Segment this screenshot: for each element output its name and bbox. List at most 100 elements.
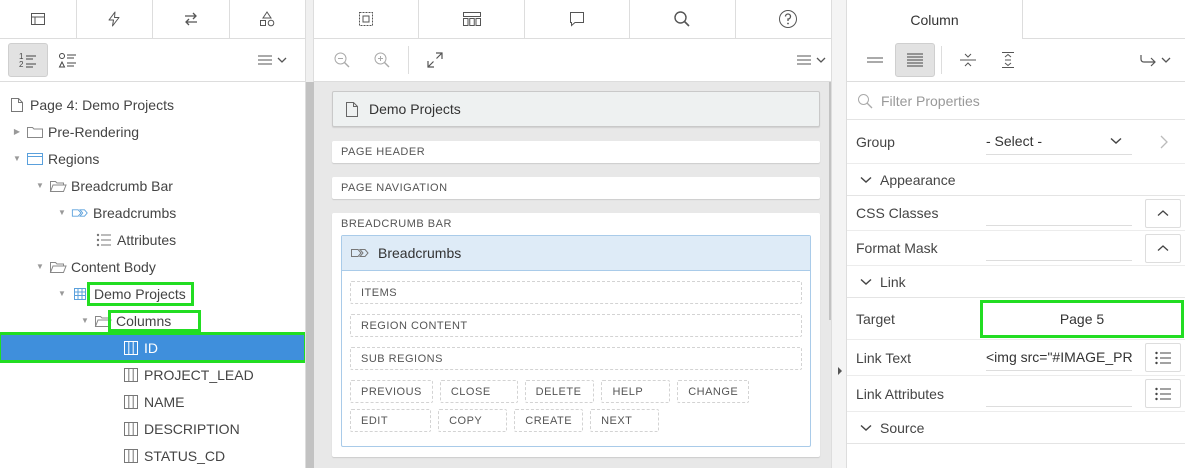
- rendering-icon: [30, 13, 45, 25]
- expand-icon[interactable]: ▶: [12, 127, 22, 137]
- css-classes-input[interactable]: [986, 200, 1132, 226]
- collapse-icon[interactable]: ▼: [80, 316, 90, 326]
- tree-node-demo-projects[interactable]: ▼ Demo Projects: [0, 280, 305, 307]
- link-attributes-label: Link Attributes: [856, 385, 944, 402]
- group-property: Group - Select -: [847, 120, 1185, 164]
- format-mask-picker-button[interactable]: [1145, 233, 1181, 263]
- tab-processing[interactable]: [153, 0, 230, 38]
- tree-node-columns[interactable]: ▼ Columns: [0, 307, 305, 334]
- button-position-create[interactable]: CREATE: [514, 409, 584, 432]
- collapse-icon[interactable]: ▼: [57, 289, 67, 299]
- tree-node-content-body[interactable]: ▼ Content Body: [0, 253, 305, 280]
- tab-search[interactable]: [630, 0, 736, 38]
- button-position-copy[interactable]: COPY: [438, 409, 508, 432]
- toolbar-divider: [941, 46, 942, 74]
- button-position-next[interactable]: NEXT: [590, 409, 660, 432]
- page-navigation-slot[interactable]: PAGE NAVIGATION: [332, 177, 820, 199]
- tree-node-label: ID: [144, 339, 158, 356]
- tab-column[interactable]: Column: [847, 0, 1023, 39]
- link-attributes-list-button[interactable]: [1145, 379, 1181, 408]
- right-splitter[interactable]: [831, 0, 847, 468]
- tree-node-project-lead[interactable]: PROJECT_LEAD: [0, 361, 305, 388]
- tree-node-status-cd[interactable]: STATUS_CD: [0, 442, 305, 468]
- page-title-bar[interactable]: Demo Projects: [332, 91, 820, 127]
- expand-button[interactable]: [415, 43, 455, 77]
- tree-node-regions[interactable]: ▼ Regions: [0, 145, 305, 172]
- ordered-view-button[interactable]: 12: [8, 43, 48, 77]
- tree-node-breadcrumb-bar[interactable]: ▼ Breadcrumb Bar: [0, 172, 305, 199]
- collapse-right-icon[interactable]: [836, 366, 844, 376]
- tab-messages[interactable]: [525, 0, 631, 38]
- button-position-close[interactable]: CLOSE: [439, 380, 518, 403]
- expand-all-button[interactable]: [988, 43, 1028, 77]
- chevron-down-icon: [277, 57, 287, 63]
- tree-node-description[interactable]: DESCRIPTION: [0, 415, 305, 442]
- sub-regions-dropzone[interactable]: SUB REGIONS: [350, 347, 802, 370]
- tree-node-id-selected[interactable]: ID: [0, 332, 305, 363]
- tree-node-pre-rendering[interactable]: ▶ Pre-Rendering: [0, 118, 305, 145]
- format-mask-input[interactable]: [986, 235, 1132, 261]
- chevron-down-icon: [1161, 57, 1171, 63]
- tree-node-breadcrumbs[interactable]: ▼ Breadcrumbs: [0, 199, 305, 226]
- collapse-icon[interactable]: ▼: [57, 208, 67, 218]
- tab-grid-layout[interactable]: [314, 0, 420, 38]
- target-link-button[interactable]: Page 5: [980, 299, 1184, 338]
- collapse-all-icon: [960, 53, 976, 67]
- grouped-view-button[interactable]: [48, 43, 88, 77]
- breadcrumb-bar-slot[interactable]: BREADCRUMB BAR Breadcrumbs ITEMS REGION …: [332, 213, 820, 457]
- source-group-header[interactable]: Source: [847, 412, 1185, 444]
- tree-node-label: PROJECT_LEAD: [144, 366, 254, 383]
- layout-menu-button[interactable]: [790, 54, 832, 66]
- collapse-icon[interactable]: ▼: [35, 181, 45, 191]
- format-mask-property: Format Mask: [847, 231, 1185, 266]
- filter-properties[interactable]: Filter Properties: [847, 82, 1185, 120]
- region-header[interactable]: Breadcrumbs: [342, 236, 810, 271]
- tab-help[interactable]: [736, 0, 840, 38]
- shapes-icon: [260, 11, 275, 27]
- chevron-right-icon[interactable]: [1159, 135, 1169, 149]
- tab-dynamic-actions[interactable]: [77, 0, 153, 38]
- items-dropzone[interactable]: ITEMS: [350, 281, 802, 304]
- collapse-all-button[interactable]: [948, 43, 988, 77]
- appearance-group-header[interactable]: Appearance: [847, 164, 1185, 196]
- tab-gallery[interactable]: [419, 0, 525, 38]
- go-to-group-button[interactable]: [1133, 53, 1177, 67]
- report-grid-icon: [71, 286, 89, 302]
- show-common-button[interactable]: [855, 43, 895, 77]
- tab-shared-components[interactable]: [230, 0, 306, 38]
- button-position-previous[interactable]: PREVIOUS: [350, 380, 433, 403]
- chevron-down-icon: [860, 278, 872, 285]
- button-position-change[interactable]: CHANGE: [677, 380, 750, 403]
- page-tree: Page 4: Demo Projects ▶ Pre-Rendering ▼ …: [0, 91, 305, 468]
- zoom-out-button[interactable]: [322, 43, 362, 77]
- link-text-list-button[interactable]: [1145, 343, 1181, 372]
- tree-node-attributes[interactable]: Attributes: [0, 226, 305, 253]
- tree-node-name[interactable]: NAME: [0, 388, 305, 415]
- button-position-delete[interactable]: DELETE: [524, 380, 595, 403]
- show-all-button[interactable]: [895, 43, 935, 77]
- group-select[interactable]: - Select -: [986, 129, 1132, 155]
- page-title: Demo Projects: [369, 101, 461, 117]
- button-position-help[interactable]: HELP: [601, 380, 671, 403]
- zoom-out-icon: [334, 52, 350, 68]
- link-text-input[interactable]: <img src="#IMAGE_PR: [986, 345, 1132, 371]
- page-header-slot[interactable]: PAGE HEADER: [332, 141, 820, 163]
- folder-open-icon: [49, 178, 67, 194]
- link-group-header[interactable]: Link: [847, 266, 1185, 298]
- tree-node-page[interactable]: Page 4: Demo Projects: [0, 91, 305, 118]
- compact-lines-icon: [867, 57, 883, 63]
- css-classes-picker-button[interactable]: [1145, 198, 1181, 228]
- button-position-edit[interactable]: EDIT: [350, 409, 432, 432]
- breadcrumbs-region[interactable]: Breadcrumbs ITEMS REGION CONTENT SUB REG…: [341, 235, 811, 447]
- link-attributes-property: Link Attributes: [847, 376, 1185, 412]
- tab-rendering[interactable]: [0, 0, 77, 38]
- zoom-in-button[interactable]: [362, 43, 402, 77]
- grouped-list-icon: [58, 53, 76, 68]
- tree-menu-button[interactable]: [251, 54, 293, 66]
- gallery-icon: [462, 12, 481, 26]
- region-content-dropzone[interactable]: REGION CONTENT: [350, 314, 802, 337]
- collapse-icon[interactable]: ▼: [12, 154, 22, 164]
- link-attributes-input[interactable]: [986, 381, 1132, 407]
- collapse-icon[interactable]: ▼: [35, 262, 45, 272]
- tree-scrollbar[interactable]: [306, 82, 314, 468]
